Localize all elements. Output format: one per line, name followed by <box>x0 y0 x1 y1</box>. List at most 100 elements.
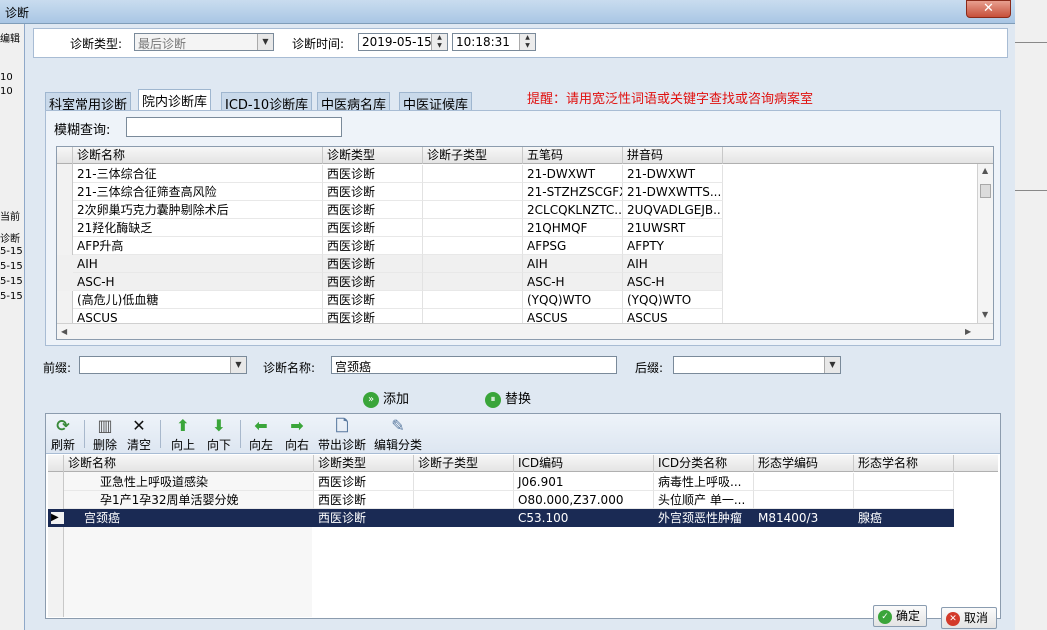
column-header[interactable]: 诊断类型 <box>314 455 414 472</box>
move-left-button[interactable]: ⬅ 向左 <box>246 416 276 452</box>
diag-type-select[interactable]: 最后诊断 ▼ <box>134 33 274 51</box>
upper-vertical-scrollbar[interactable]: ▲ ▼ <box>977 164 993 323</box>
scroll-thumb[interactable] <box>980 184 991 198</box>
table-cell: 宫颈癌 <box>84 511 121 525</box>
chevron-down-icon[interactable]: ▼ <box>230 357 246 373</box>
prefix-select[interactable]: ▼ <box>79 356 247 374</box>
date-value: 2019-05-15 <box>362 35 432 49</box>
table-row[interactable]: AIH 西医诊断 AIH AIH <box>57 255 723 273</box>
date-spinner-icon[interactable]: ▲ ▼ <box>431 34 447 50</box>
table-cell <box>423 201 523 219</box>
table-cell: 孕1产1孕32周单活婴分娩 <box>64 491 314 509</box>
bg-cell: 5-15 <box>0 246 23 257</box>
table-cell: 头位顺产 单一... <box>654 491 754 509</box>
move-down-button[interactable]: ⬇ 向下 <box>204 416 234 452</box>
column-header[interactable]: ICD分类名称 <box>654 455 754 472</box>
table-cell: (高危儿)低血糖 <box>73 291 323 309</box>
add-icon: » <box>363 391 379 408</box>
table-cell <box>754 473 854 491</box>
table-cell: 西医诊断 <box>314 473 414 491</box>
tab-tcm-disease[interactable]: 中医病名库 <box>317 92 391 113</box>
edit-category-button[interactable]: ✎ 编辑分类 <box>372 416 424 452</box>
delete-button[interactable]: ▥ 删除 <box>90 416 120 452</box>
column-header[interactable]: 诊断子类型 <box>414 455 514 472</box>
scroll-left-icon[interactable]: ◀ <box>61 327 67 336</box>
table-cell: 2UQVADLGEJB... <box>623 201 723 219</box>
column-header[interactable]: 诊断子类型 <box>423 147 523 164</box>
toolbar: ⟳ 刷新 ▥ 删除 ✕ 清空 ⬆ 向上 ⬇ 向下 ⬅ 向左 ➡ 向右 🗋 带出诊… <box>46 414 1000 454</box>
cancel-button[interactable]: ✕ 取消 <box>941 607 997 629</box>
bg-cell: 5-15 <box>0 291 23 302</box>
diagnosis-name-input[interactable]: 宫颈癌 <box>331 356 617 374</box>
tab-tcm-syndrome[interactable]: 中医证候库 <box>399 92 473 113</box>
time-field[interactable]: 10:18:31 ▲ ▼ <box>452 33 536 51</box>
column-header[interactable]: 诊断类型 <box>323 147 423 164</box>
table-cell: M81400/3 <box>758 511 819 525</box>
tab-dept-common[interactable]: 科室常用诊断 <box>45 92 132 113</box>
table-row[interactable]: ASC-H 西医诊断 ASC-H ASC-H <box>57 273 723 291</box>
table-row[interactable]: 21-三体综合征 西医诊断 21-DWXWT 21-DWXWT <box>57 165 723 183</box>
search-panel: 模糊查询: 诊断名称 诊断类型 诊断子类型 五笔码 拼音码 21-三体综合征 西医… <box>45 110 1001 346</box>
chevron-down-icon[interactable]: ▼ <box>824 357 840 373</box>
table-cell <box>423 273 523 291</box>
column-header[interactable]: ICD编码 <box>514 455 654 472</box>
close-button[interactable]: ✕ <box>966 0 1011 18</box>
move-right-button[interactable]: ➡ 向右 <box>282 416 312 452</box>
refresh-icon: ⟳ <box>56 416 70 435</box>
column-header[interactable]: 形态学名称 <box>854 455 954 472</box>
prefix-label: 前缀: <box>43 361 72 375</box>
table-cell: 21-三体综合征筛查高风险 <box>73 183 323 201</box>
move-up-button[interactable]: ⬆ 向上 <box>168 416 198 452</box>
replace-label: 替换 <box>505 392 532 407</box>
table-cell: 西医诊断 <box>314 491 414 509</box>
add-button[interactable]: » 添加 <box>363 388 409 408</box>
scroll-up-icon[interactable]: ▲ <box>982 166 988 175</box>
replace-icon: ⏸ <box>485 391 501 408</box>
table-row[interactable]: 亚急性上呼吸道感染 西医诊断 J06.901 病毒性上呼吸... <box>48 473 954 491</box>
bg-cell: 诊断 <box>0 234 20 245</box>
table-cell: 21QHMQF <box>523 219 623 237</box>
suffix-select[interactable]: ▼ <box>673 356 841 374</box>
table-cell <box>754 491 854 509</box>
table-row[interactable]: (高危儿)低血糖 西医诊断 (YQQ)WTO (YQQ)WTO <box>57 291 723 309</box>
table-cell <box>423 291 523 309</box>
column-header[interactable]: 五笔码 <box>523 147 623 164</box>
time-value: 10:18:31 <box>456 35 510 49</box>
tab-hospital-lib[interactable]: 院内诊断库 <box>138 89 212 111</box>
time-spinner-icon[interactable]: ▲ ▼ <box>519 34 535 50</box>
search-input[interactable] <box>126 117 342 137</box>
table-cell: O80.000,Z37.000 <box>514 491 654 509</box>
scroll-down-icon[interactable]: ▼ <box>982 310 988 319</box>
bring-out-diagnosis-button[interactable]: 🗋 带出诊断 <box>316 416 368 452</box>
table-row[interactable]: AFP升高 西医诊断 AFPSG AFPTY <box>57 237 723 255</box>
bg-cell: 5-15 <box>0 276 23 287</box>
diag-time-label: 诊断时间: <box>292 37 345 51</box>
refresh-button[interactable]: ⟳ 刷新 <box>48 416 78 452</box>
table-cell: 腺癌 <box>858 511 883 525</box>
date-field[interactable]: 2019-05-15 ▲ ▼ <box>358 33 448 51</box>
upper-horizontal-scrollbar[interactable]: ◀ ▶ <box>57 323 993 339</box>
clear-button[interactable]: ✕ 清空 <box>124 416 154 452</box>
column-header[interactable]: 诊断名称 <box>73 147 323 164</box>
dialog-title-bar: 诊断 <box>0 0 1015 24</box>
document-add-icon: 🗋 <box>335 416 349 435</box>
table-row[interactable]: 2次卵巢巧克力囊肿剔除术后 西医诊断 2CLCQKLNZTC... 2UQVADLGE… <box>57 201 723 219</box>
ok-button[interactable]: ✓ 确定 <box>873 605 927 627</box>
column-header[interactable]: 拼音码 <box>623 147 723 164</box>
table-row[interactable]: 孕1产1孕32周单活婴分娩 西医诊断 O80.000,Z37.000 头位顺产 单一.… <box>48 491 954 509</box>
chevron-down-icon[interactable]: ▼ <box>257 34 273 50</box>
scroll-right-icon[interactable]: ▶ <box>965 327 971 336</box>
background-right-panel <box>1015 0 1047 630</box>
upper-grid-header: 诊断名称 诊断类型 诊断子类型 五笔码 拼音码 <box>57 147 993 164</box>
column-header[interactable]: 诊断名称 <box>64 455 314 472</box>
table-row[interactable]: 宫颈癌 西医诊断 C53.100 外宫颈恶性肿瘤 M81400/3 腺癌 ▶ <box>48 509 954 527</box>
column-header[interactable]: 形态学编码 <box>754 455 854 472</box>
tab-icd10-lib[interactable]: ICD-10诊断库 <box>221 92 313 113</box>
table-cell: 21UWSRT <box>623 219 723 237</box>
diag-type-value: 最后诊断 <box>138 37 187 51</box>
table-row[interactable]: 21羟化酶缺乏 西医诊断 21QHMQF 21UWSRT <box>57 219 723 237</box>
table-cell: C53.100 <box>518 511 569 525</box>
table-row[interactable]: 21-三体综合征筛查高风险 西医诊断 21-STZHZSCGFX 21-DWXWTTS… <box>57 183 723 201</box>
table-cell: 21-DWXWT <box>623 165 723 183</box>
replace-button[interactable]: ⏸ 替换 <box>485 388 531 408</box>
